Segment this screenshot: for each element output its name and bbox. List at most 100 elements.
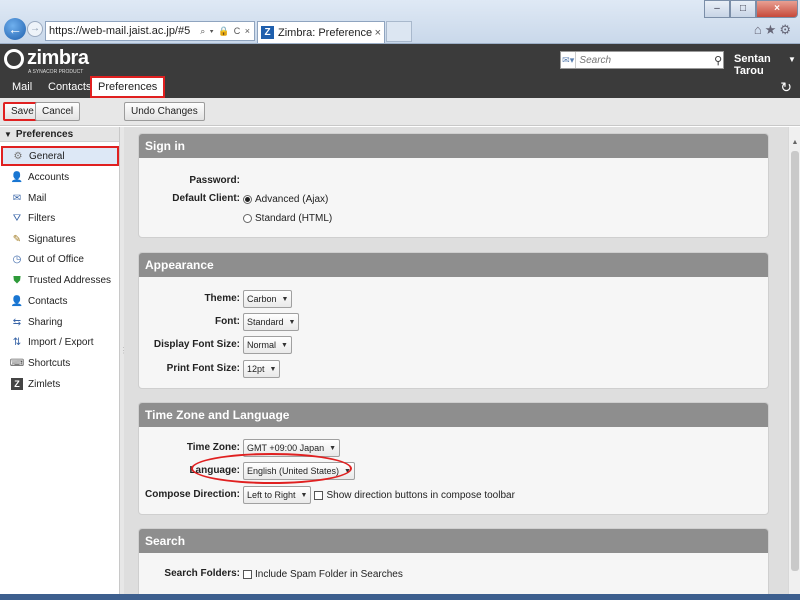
section-title: Search [139, 529, 768, 553]
print-font-size-row: Print Font Size: 12pt ▼ [139, 359, 768, 379]
scroll-thumb[interactable] [791, 151, 799, 571]
zimbra-favicon-icon: Z [261, 26, 274, 39]
maximize-button[interactable]: □ [730, 0, 756, 18]
standard-client-row: Standard (HTML) [139, 208, 768, 228]
logo-word: zimbra [27, 47, 89, 69]
sidebar-item-label: Accounts [28, 171, 70, 183]
sidebar-item-filters[interactable]: ⛛ Filters [0, 208, 120, 228]
shield-icon: ⛊ [13, 274, 21, 286]
section-title: Time Zone and Language [139, 403, 768, 427]
advanced-client-radio-option[interactable]: Advanced (Ajax) [243, 189, 328, 209]
sidebar-item-contacts[interactable]: 👤 Contacts [0, 291, 120, 311]
sidebar-item-label: Trusted Addresses [28, 274, 112, 286]
vertical-scrollbar[interactable]: ▲ [788, 127, 800, 600]
chevron-down-icon: ▼ [269, 365, 277, 373]
section-title: Appearance [139, 253, 768, 277]
compose-direction-value: Left to Right [247, 490, 296, 500]
show-direction-label[interactable]: Show direction buttons in compose toolba… [326, 490, 514, 501]
chevron-down-icon: ▼ [300, 491, 308, 499]
chevron-down-icon: ▼ [281, 295, 289, 303]
tab-preferences[interactable]: Preferences [90, 76, 166, 98]
address-bar[interactable]: https://web-mail.jaist.ac.jp/#5 ⌕ ▾ 🔒 C … [45, 21, 255, 41]
user-menu-caret-icon[interactable]: ▼ [788, 55, 796, 64]
sidebar-item-label: Signatures [28, 233, 76, 245]
browser-chrome: – □ × ← → https://web-mail.jaist.ac.jp/#… [0, 0, 800, 44]
display-font-size-select[interactable]: Normal ▼ [243, 336, 292, 354]
time-zone-value: GMT +09:00 Japan [247, 443, 325, 453]
sidebar-item-accounts[interactable]: 👤 Accounts [0, 167, 120, 187]
sidebar-item-trusted-addresses[interactable]: ⛊ Trusted Addresses [0, 270, 120, 290]
search-folders-row: Search Folders: Include Spam Folder in S… [139, 564, 768, 584]
back-arrow-icon[interactable]: ← [4, 18, 26, 40]
print-font-size-select[interactable]: 12pt ▼ [243, 360, 281, 378]
tab-mail[interactable]: Mail [6, 76, 38, 98]
browser-toolbar-icons[interactable]: ⌂★⚙ [754, 22, 794, 38]
sidebar-item-signatures[interactable]: ✎ Signatures [0, 229, 120, 249]
password-label: Password: [189, 175, 240, 186]
app-tab-bar: Mail Contacts Preferences ↻ [0, 76, 800, 98]
font-select[interactable]: Standard ▼ [243, 313, 300, 331]
compose-direction-row: Compose Direction: Left to Right ▼ Show d… [139, 485, 768, 505]
sidebar-item-shortcuts[interactable]: ⌨ Shortcuts [0, 353, 120, 373]
include-spam-checkbox[interactable] [243, 569, 252, 579]
mail-icon: ✉ [12, 192, 22, 204]
radio-advanced[interactable] [243, 194, 252, 204]
collapse-triangle-icon[interactable]: ▼ [4, 130, 12, 139]
radio-advanced-label[interactable]: Advanced (Ajax) [255, 194, 328, 205]
sidebar-item-sharing[interactable]: ⇆ Sharing [0, 312, 120, 332]
url-text[interactable]: https://web-mail.jaist.ac.jp/#5 [49, 25, 200, 37]
print-font-size-label: Print Font Size: [166, 363, 240, 374]
out-of-office-icon: ◷ [12, 253, 22, 265]
radio-standard-label[interactable]: Standard (HTML) [255, 213, 332, 224]
sidebar-heading-label: Preferences [15, 129, 74, 140]
sidebar-item-general[interactable]: ⚙ General [1, 146, 119, 166]
compose-direction-select[interactable]: Left to Right ▼ [243, 486, 312, 504]
address-bar-icons[interactable]: ⌕ ▾ 🔒 C × [200, 26, 251, 37]
tab-close-icon[interactable]: × [375, 27, 381, 39]
search-type-mail-icon[interactable]: ✉▾ [561, 52, 577, 68]
show-direction-checkbox[interactable] [314, 490, 324, 500]
browser-tab[interactable]: Z Zimbra: Preferences: G... × [257, 21, 385, 43]
forward-arrow-icon[interactable]: → [27, 21, 43, 37]
minimize-button[interactable]: – [704, 0, 730, 18]
filter-icon: ⛛ [12, 212, 22, 224]
chevron-down-icon: ▼ [329, 444, 337, 452]
section-title: Sign in [139, 134, 768, 158]
sharing-icon: ⇆ [12, 316, 22, 328]
chevron-down-icon: ▼ [288, 318, 296, 326]
sidebar-item-label: Mail [28, 192, 47, 204]
standard-client-radio-option[interactable]: Standard (HTML) [243, 208, 332, 228]
theme-label: Theme: [204, 293, 240, 304]
sidebar-item-label: Filters [28, 212, 56, 224]
sidebar-item-zimlets[interactable]: Z Zimlets [0, 374, 120, 394]
zimlet-icon: Z [11, 378, 23, 390]
sidebar-item-label: Import / Export [28, 336, 94, 348]
undo-changes-button[interactable]: Undo Changes [124, 102, 205, 121]
search-icon[interactable]: ⚲ [713, 54, 723, 67]
sidebar-item-mail[interactable]: ✉ Mail [0, 188, 120, 208]
sidebar-item-out-of-office[interactable]: ◷ Out of Office [0, 249, 120, 269]
cancel-button[interactable]: Cancel [35, 102, 81, 121]
sidebar-item-import-export[interactable]: ⇅ Import / Export [0, 332, 120, 352]
theme-value: Carbon [247, 294, 277, 304]
radio-standard[interactable] [243, 213, 252, 223]
gear-icon: ⚙ [13, 150, 23, 162]
refresh-icon[interactable]: ↻ [780, 79, 792, 96]
new-tab-button[interactable] [386, 21, 412, 42]
sidebar-item-label: Contacts [28, 295, 68, 307]
close-window-button[interactable]: × [756, 0, 798, 18]
contacts-icon: 👤 [10, 295, 24, 307]
preferences-sidebar: ▼ Preferences ⚙ General 👤 Accounts ✉ Mail… [0, 127, 120, 600]
font-value: Standard [247, 317, 284, 327]
include-spam-label[interactable]: Include Spam Folder in Searches [255, 569, 403, 580]
import-export-icon: ⇅ [12, 336, 22, 348]
zimbra-logo-mark-icon [4, 48, 24, 69]
password-row: Password: [139, 171, 768, 191]
scroll-up-arrow-icon[interactable]: ▲ [789, 139, 800, 146]
sidebar-heading[interactable]: ▼ Preferences [0, 127, 119, 142]
search-input[interactable] [576, 54, 714, 66]
logo-tagline: A SYNACOR PRODUCT [28, 69, 84, 75]
theme-select[interactable]: Carbon ▼ [243, 290, 293, 308]
display-font-size-label: Display Font Size: [153, 339, 240, 350]
search-box[interactable]: ✉▾ ⚲ [560, 51, 724, 69]
